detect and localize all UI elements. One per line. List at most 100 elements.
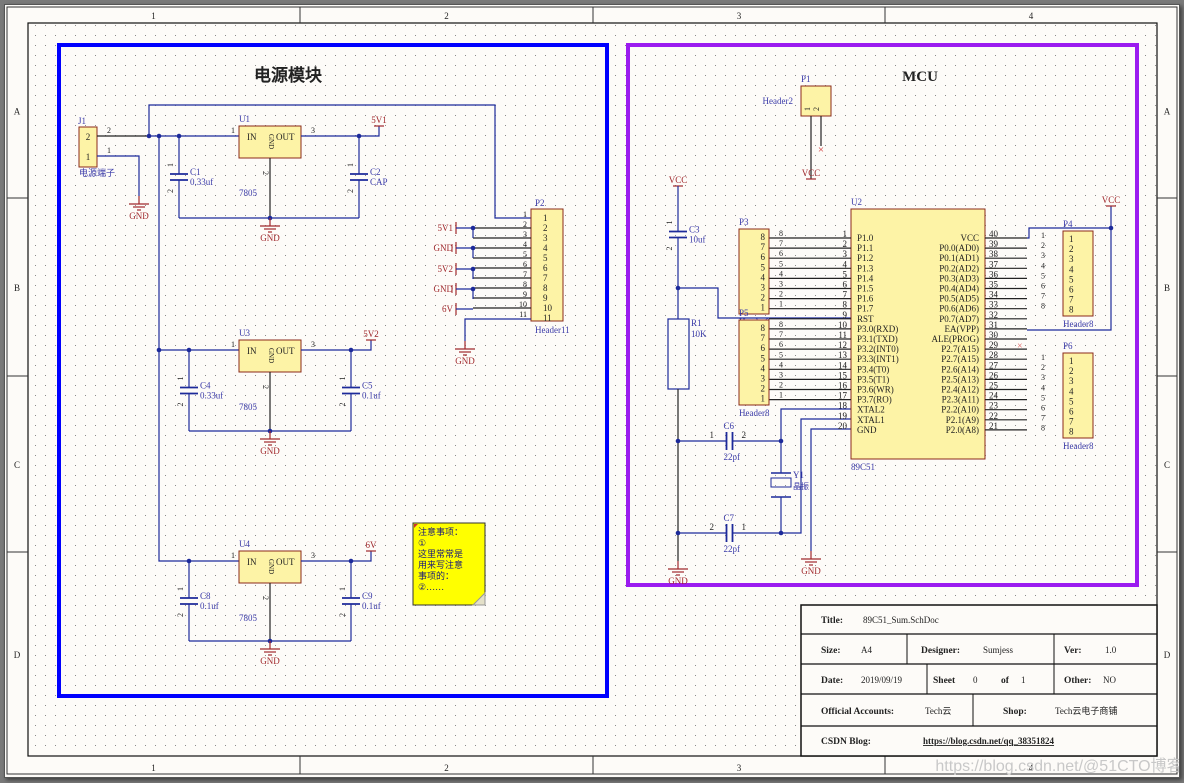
component-ref: C7: [724, 513, 735, 523]
pin-number: 1: [665, 221, 674, 225]
pin-number: 5: [779, 259, 783, 268]
ver-value: 1.0: [1105, 645, 1117, 655]
component-desc: 电源端子: [79, 167, 115, 178]
pin-number: 6: [543, 263, 548, 273]
junction-dot: [156, 347, 162, 353]
junction-dot: [470, 245, 476, 251]
pin-name: GND: [267, 134, 275, 149]
pin-number: 8: [779, 229, 783, 238]
pin-number: 3: [779, 371, 783, 380]
u2-pin-name: RST: [857, 314, 874, 324]
title-block: Title: 89C51_Sum.SchDoc Size: A4 Designer: Su…: [800, 604, 1158, 757]
u2-pin-name: P2.7(A15): [941, 354, 979, 364]
pin-number: 2: [261, 385, 270, 389]
component-ref: Y1: [793, 470, 804, 480]
zone-column-label: 4: [1029, 11, 1034, 21]
pin-number: 1: [761, 394, 766, 404]
power-port-label: 6V: [366, 540, 378, 550]
u2-pin-name: P3.6(WR): [857, 385, 894, 395]
u2-pin-number: 18: [838, 401, 848, 411]
component-ref: P2: [535, 198, 545, 208]
zone-row-label: A: [1164, 107, 1171, 117]
pin-number: 3: [543, 233, 548, 243]
junction-dot: [156, 133, 162, 139]
pin-number: 4: [543, 243, 548, 253]
component-value: 10uf: [689, 235, 706, 245]
pin-name: IN: [247, 557, 257, 567]
component-ref: C5: [362, 381, 373, 391]
pin-number: 4: [1041, 261, 1045, 270]
u2-pin-name: P1.6: [857, 294, 874, 304]
pin-number: 6: [779, 249, 783, 258]
note-line: 用来写注意: [418, 559, 463, 570]
ground-label: GND: [260, 656, 280, 666]
pin-number: 1: [1069, 356, 1074, 366]
pin-number: 8: [761, 323, 766, 333]
power-port-label: 5V2: [363, 329, 379, 339]
pin-number: 2: [1069, 366, 1074, 376]
pin-number: 2: [261, 596, 270, 600]
schematic-canvas: 11223344A AB BC CD D 电源模块J121电源端子21GNDU1IN OU…: [6, 6, 1179, 775]
schematic-sheet: 11223344AABBCCDD 电源模块 J1 2 1 电源端子 2 1 GND U1 IN OU…: [4, 4, 1180, 778]
power-port-label: 5V1: [371, 115, 387, 125]
pin-number: 5: [779, 350, 783, 359]
no-connect-icon: ×: [1017, 341, 1023, 352]
pin-name: GND: [267, 348, 275, 363]
component-value: 7805: [239, 402, 258, 412]
pin-name: IN: [247, 346, 257, 356]
u2-pin-name: P1.5: [857, 284, 874, 294]
pin-number: 1: [543, 213, 548, 223]
blog-link[interactable]: https://blog.csdn.net/qq_38351824: [923, 736, 1055, 746]
pin-number: 3: [1069, 376, 1074, 386]
zone-row-label: B: [14, 283, 20, 293]
pin-number: 3: [761, 374, 766, 384]
pin-number: 2: [543, 223, 548, 233]
component-value: Header8: [1063, 319, 1094, 329]
pin-number: 1: [742, 522, 747, 532]
pin-number: 7: [761, 242, 766, 252]
ground-label: GND: [668, 576, 688, 586]
blog-label: CSDN Blog:: [821, 737, 871, 747]
no-connect-icon: ×: [818, 144, 824, 156]
u2-pin-name: VCC: [960, 233, 979, 243]
ground-label: GND: [801, 566, 821, 576]
pin-number: 2: [1069, 244, 1074, 254]
component-value: 7805: [239, 188, 258, 198]
pin-number: 4: [779, 360, 783, 369]
u2-pin-name: P3.5(T1): [857, 374, 889, 384]
u2-pin-name: P2.4(A12): [941, 385, 979, 395]
pin-number: 6: [761, 252, 766, 262]
component-ref: P1: [801, 74, 811, 84]
power-port-label: GND: [434, 243, 454, 253]
pin-number: 3: [779, 280, 783, 289]
component-ref: C1: [190, 167, 201, 177]
component-ref: U4: [239, 539, 250, 549]
pin-number: 2: [176, 613, 185, 617]
pin-number: 1: [231, 340, 235, 349]
zone-column-label: 2: [444, 763, 449, 773]
u2-pin-name: P3.1(TXD): [857, 334, 898, 344]
component-ref: R1: [691, 318, 702, 328]
pin-number: 2: [338, 403, 347, 407]
size-value: A4: [861, 645, 872, 655]
pin-number: 1: [1069, 234, 1074, 244]
of-label: of: [1001, 676, 1010, 686]
pin-number: 1: [803, 107, 812, 111]
pin-number: 5: [1041, 393, 1045, 402]
u2-pin-name: P2.7(A15): [941, 344, 979, 354]
pin-number: 5: [543, 253, 548, 263]
pin-number: 1: [338, 377, 347, 381]
pin-number: 1: [166, 163, 175, 167]
component-ref: U3: [239, 328, 250, 338]
designer-value: Sumjess: [983, 645, 1014, 655]
u2-pin-name: P1.2: [857, 253, 873, 263]
u2-pin-name: XTAL2: [857, 405, 885, 415]
note-line: ②……: [418, 582, 444, 592]
pin-number: 1: [779, 391, 783, 400]
pin-number: 4: [761, 272, 766, 282]
pin-number: 7: [779, 330, 783, 339]
pin-number: 9: [543, 293, 548, 303]
sheet-value: 0: [973, 675, 978, 685]
pin-number: 2: [812, 107, 821, 111]
component-value: Header11: [535, 325, 570, 335]
